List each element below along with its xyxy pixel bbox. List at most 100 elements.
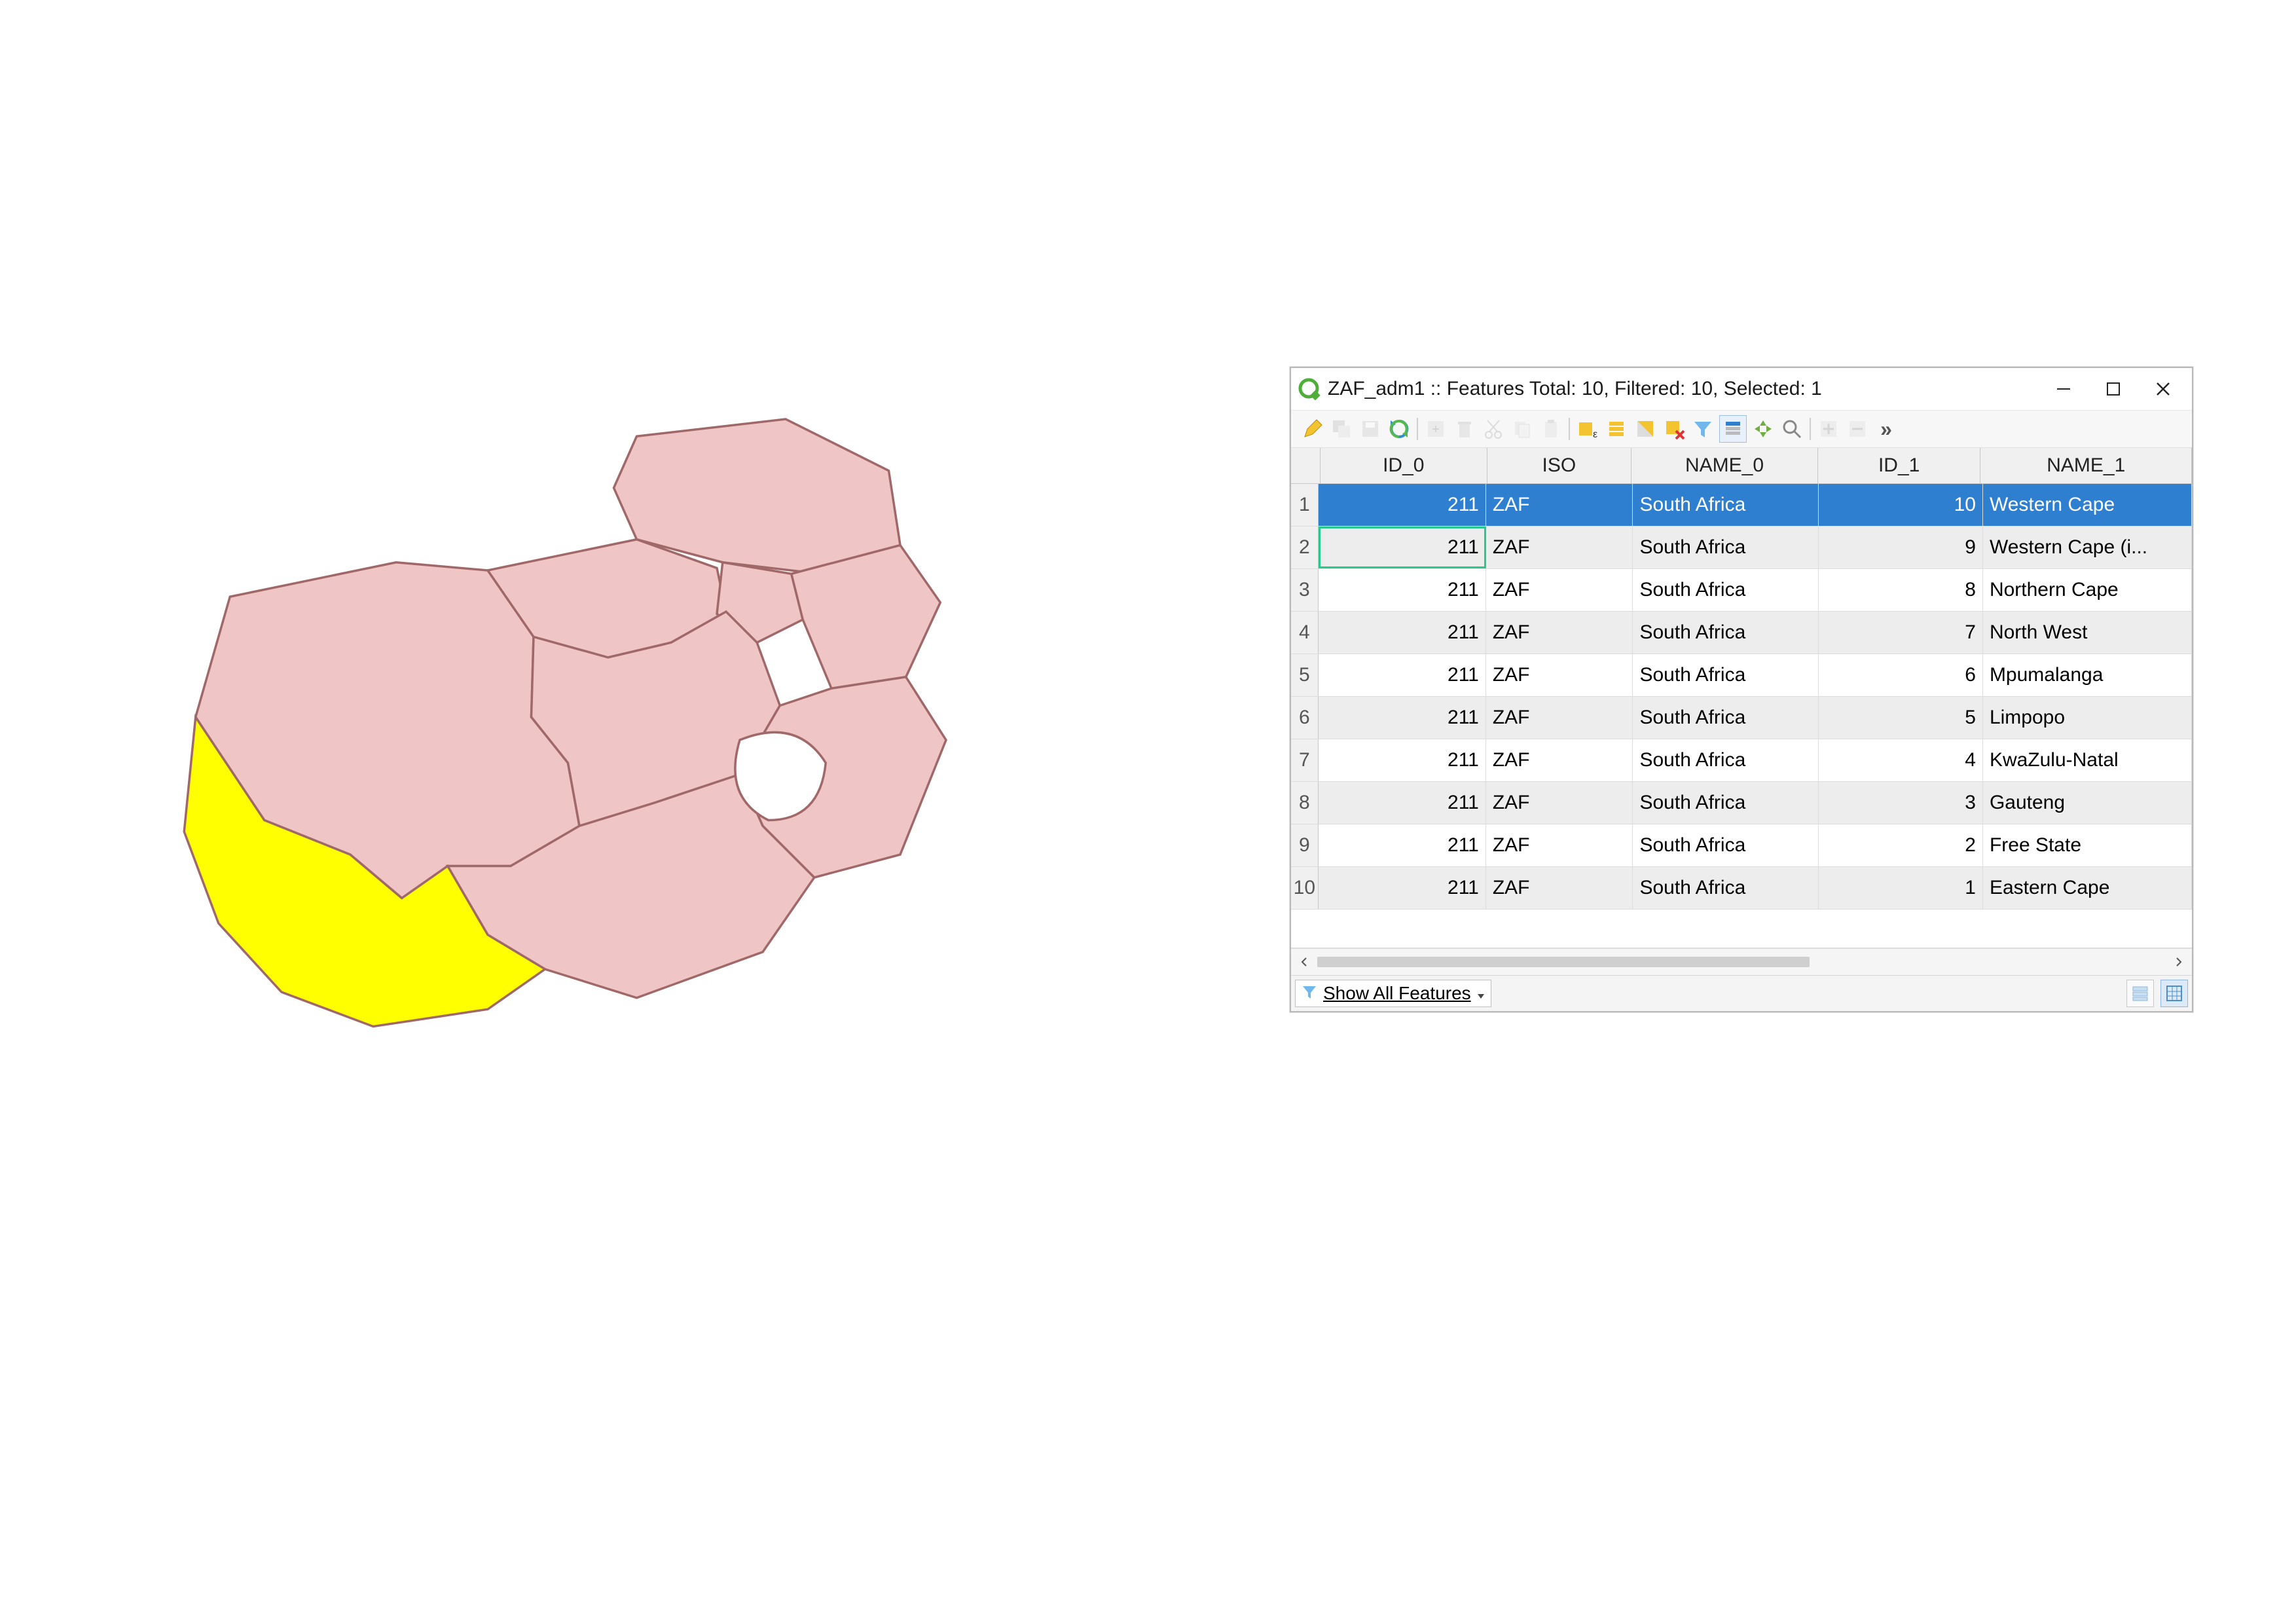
cell-id0[interactable]: 211 [1319, 612, 1486, 654]
table-row[interactable]: 7211ZAFSouth Africa4KwaZulu-Natal [1291, 739, 2192, 782]
cell-id1[interactable]: 9 [1819, 526, 1983, 568]
delete-selected-icon[interactable] [1452, 416, 1477, 441]
new-field-icon[interactable] [1816, 416, 1841, 441]
cell-id1[interactable]: 3 [1819, 782, 1983, 824]
column-header[interactable]: ISO [1487, 448, 1632, 483]
cell-name1[interactable]: Northern Cape [1983, 569, 2192, 611]
scrollbar-thumb[interactable] [1317, 957, 1810, 967]
cell-id0[interactable]: 211 [1319, 526, 1486, 568]
row-number[interactable]: 5 [1291, 654, 1319, 696]
cell-name0[interactable]: South Africa [1633, 697, 1819, 739]
reload-icon[interactable] [1387, 416, 1412, 441]
cell-iso[interactable]: ZAF [1486, 484, 1633, 526]
deselect-all-icon[interactable] [1662, 416, 1686, 441]
save-edits-icon[interactable] [1358, 416, 1383, 441]
cell-name1[interactable]: Mpumalanga [1983, 654, 2192, 696]
select-all-icon[interactable] [1604, 416, 1629, 441]
column-header[interactable]: ID_0 [1321, 448, 1487, 483]
cell-id1[interactable]: 10 [1819, 484, 1983, 526]
cell-id1[interactable]: 6 [1819, 654, 1983, 696]
cell-id0[interactable]: 211 [1319, 867, 1486, 909]
table-row[interactable]: 4211ZAFSouth Africa7North West [1291, 612, 2192, 654]
table-row[interactable]: 9211ZAFSouth Africa2Free State [1291, 824, 2192, 867]
cell-iso[interactable]: ZAF [1486, 824, 1633, 866]
table-row[interactable]: 3211ZAFSouth Africa8Northern Cape [1291, 569, 2192, 612]
cell-iso[interactable]: ZAF [1486, 739, 1633, 781]
table-view-icon[interactable] [2160, 980, 2188, 1007]
cell-id1[interactable]: 5 [1819, 697, 1983, 739]
column-header[interactable]: NAME_0 [1631, 448, 1818, 483]
row-number[interactable]: 9 [1291, 824, 1319, 866]
cell-name0[interactable]: South Africa [1633, 654, 1819, 696]
cell-name0[interactable]: South Africa [1633, 569, 1819, 611]
cell-id0[interactable]: 211 [1319, 654, 1486, 696]
row-number[interactable]: 6 [1291, 697, 1319, 739]
cell-name1[interactable]: Free State [1983, 824, 2192, 866]
cell-iso[interactable]: ZAF [1486, 782, 1633, 824]
cell-id1[interactable]: 2 [1819, 824, 1983, 866]
maximize-button[interactable] [2098, 373, 2129, 405]
cell-name1[interactable]: Eastern Cape [1983, 867, 2192, 909]
table-row[interactable]: 8211ZAFSouth Africa3Gauteng [1291, 782, 2192, 824]
cell-iso[interactable]: ZAF [1486, 569, 1633, 611]
scroll-left-icon[interactable] [1291, 957, 1317, 967]
cell-iso[interactable]: ZAF [1486, 867, 1633, 909]
titlebar[interactable]: ZAF_adm1 :: Features Total: 10, Filtered… [1291, 368, 2192, 410]
cell-name1[interactable]: Gauteng [1983, 782, 2192, 824]
filter-dropdown[interactable]: Show All Features [1295, 980, 1491, 1007]
pan-to-selected-icon[interactable] [1751, 416, 1776, 441]
cell-id0[interactable]: 211 [1319, 484, 1486, 526]
row-number[interactable]: 3 [1291, 569, 1319, 611]
cell-id1[interactable]: 1 [1819, 867, 1983, 909]
filter-selection-icon[interactable] [1690, 416, 1715, 441]
delete-field-icon[interactable] [1845, 416, 1870, 441]
cell-name0[interactable]: South Africa [1633, 526, 1819, 568]
cell-id1[interactable]: 8 [1819, 569, 1983, 611]
table-row[interactable]: 5211ZAFSouth Africa6Mpumalanga [1291, 654, 2192, 697]
table-row[interactable]: 6211ZAFSouth Africa5Limpopo [1291, 697, 2192, 739]
scroll-right-icon[interactable] [2166, 957, 2192, 967]
cell-name1[interactable]: Western Cape [1983, 484, 2192, 526]
scrollbar-track[interactable] [1317, 957, 2166, 967]
table-row[interactable]: 10211ZAFSouth Africa1Eastern Cape [1291, 867, 2192, 910]
cell-id0[interactable]: 211 [1319, 739, 1486, 781]
cell-iso[interactable]: ZAF [1486, 697, 1633, 739]
horizontal-scrollbar[interactable] [1291, 948, 2192, 975]
cell-id0[interactable]: 211 [1319, 569, 1486, 611]
map-canvas[interactable] [131, 373, 1074, 1061]
cell-iso[interactable]: ZAF [1486, 526, 1633, 568]
table-row[interactable]: 1211ZAFSouth Africa10Western Cape [1291, 484, 2192, 526]
cell-iso[interactable]: ZAF [1486, 612, 1633, 654]
multiedit-icon[interactable] [1329, 416, 1354, 441]
cell-name0[interactable]: South Africa [1633, 484, 1819, 526]
cell-name1[interactable]: Western Cape (i... [1983, 526, 2192, 568]
cell-id1[interactable]: 4 [1819, 739, 1983, 781]
row-number[interactable]: 2 [1291, 526, 1319, 568]
form-view-icon[interactable] [2126, 980, 2154, 1007]
row-number[interactable]: 7 [1291, 739, 1319, 781]
cell-id1[interactable]: 7 [1819, 612, 1983, 654]
toggle-editing-icon[interactable] [1300, 416, 1325, 441]
paste-icon[interactable] [1539, 416, 1563, 441]
invert-selection-icon[interactable] [1633, 416, 1658, 441]
cell-id0[interactable]: 211 [1319, 782, 1486, 824]
cell-name0[interactable]: South Africa [1633, 824, 1819, 866]
table-row[interactable]: 2211ZAFSouth Africa9Western Cape (i... [1291, 526, 2192, 569]
close-button[interactable] [2147, 373, 2179, 405]
select-by-expression-icon[interactable]: ε [1575, 416, 1600, 441]
move-selection-to-top-icon[interactable] [1719, 415, 1747, 443]
column-header[interactable]: NAME_1 [1980, 448, 2192, 483]
add-feature-icon[interactable]: + [1423, 416, 1448, 441]
cell-name0[interactable]: South Africa [1633, 612, 1819, 654]
cell-name0[interactable]: South Africa [1633, 782, 1819, 824]
toolbar-overflow-button[interactable]: » [1874, 417, 1899, 441]
cell-name1[interactable]: Limpopo [1983, 697, 2192, 739]
column-header[interactable]: ID_1 [1818, 448, 1981, 483]
cell-id0[interactable]: 211 [1319, 824, 1486, 866]
attribute-table[interactable]: ID_0 ISO NAME_0 ID_1 NAME_1 1211ZAFSouth… [1291, 448, 2192, 948]
cell-name1[interactable]: North West [1983, 612, 2192, 654]
row-number-header[interactable] [1291, 448, 1321, 483]
row-number[interactable]: 8 [1291, 782, 1319, 824]
row-number[interactable]: 10 [1291, 867, 1319, 909]
cell-name0[interactable]: South Africa [1633, 739, 1819, 781]
